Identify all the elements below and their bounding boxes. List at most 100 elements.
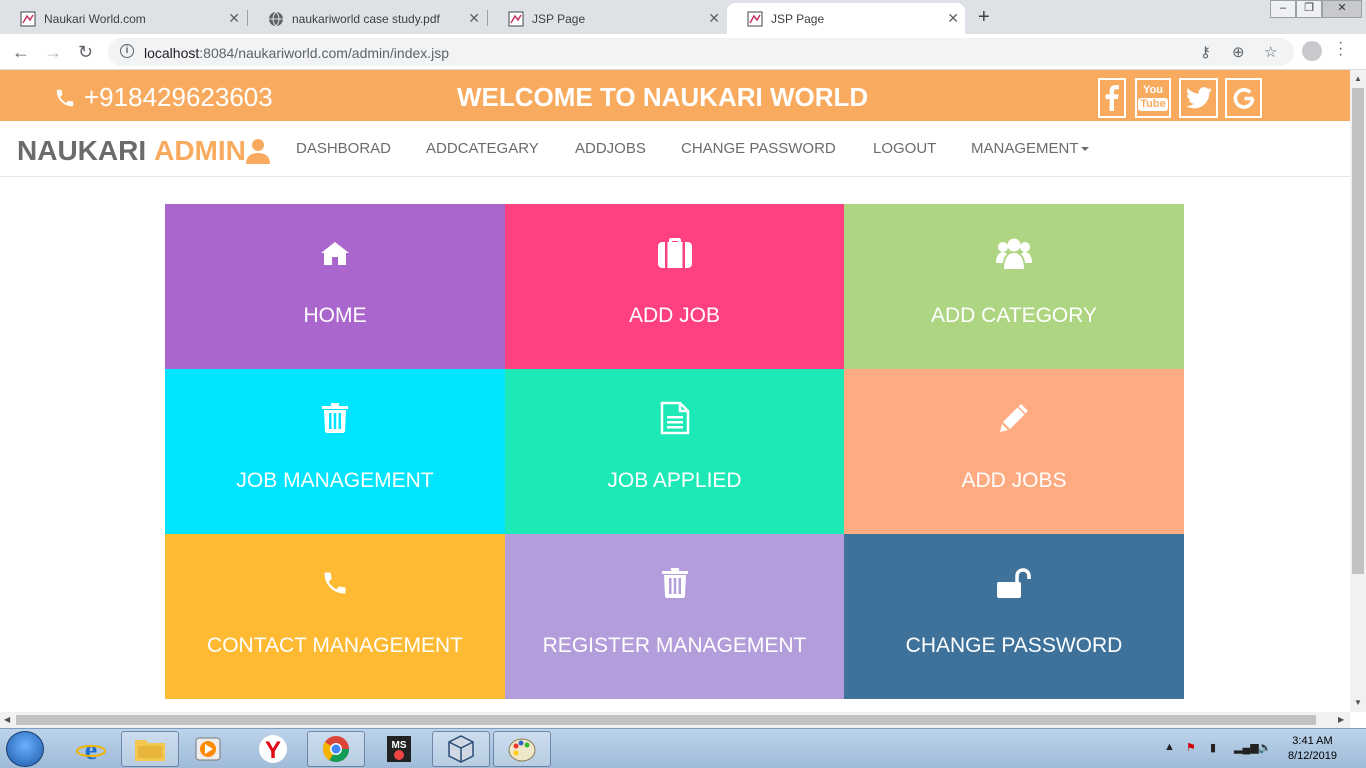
- horizontal-scrollbar[interactable]: ◀ ▶: [0, 712, 1350, 728]
- forward-arrow-icon[interactable]: →: [44, 42, 62, 63]
- zoom-icon[interactable]: ⊕: [1232, 43, 1245, 61]
- key-icon[interactable]: ⚷: [1200, 43, 1211, 61]
- caret-down-icon: [1080, 147, 1089, 152]
- browser-menu-icon[interactable]: · · ·: [1338, 35, 1343, 63]
- scroll-right-icon[interactable]: ▶: [1338, 715, 1344, 724]
- user-icon: [245, 139, 270, 164]
- page-favicon-icon: [508, 11, 524, 27]
- url-text[interactable]: localhost:8084/naukariworld.com/admin/in…: [144, 45, 449, 61]
- back-arrow-icon[interactable]: ←: [12, 42, 30, 63]
- tile-label: ADD JOB: [628, 304, 720, 327]
- page-viewport: +918429623603 WELCOME TO NAUKARI WORLD Y…: [0, 70, 1350, 712]
- brand-main-text: NAUKARI: [17, 135, 147, 166]
- minimize-button[interactable]: –: [1270, 0, 1296, 18]
- tab-title: JSP Page: [771, 11, 825, 26]
- scroll-up-icon[interactable]: ▲: [1354, 74, 1362, 83]
- tile-label: ADD CATEGORY: [930, 304, 1098, 327]
- tile-label: JOB MANAGEMENT: [236, 469, 434, 492]
- globe-icon: [268, 11, 284, 27]
- system-clock[interactable]: 3:41 AM 8/12/2019: [1288, 734, 1337, 764]
- tab-close-icon[interactable]: ✕: [468, 10, 480, 27]
- svg-text:Y: Y: [265, 737, 281, 764]
- battery-icon[interactable]: ▮: [1210, 741, 1216, 754]
- browser-toolbar: ← → ↻ i localhost:8084/naukariworld.com/…: [0, 34, 1366, 70]
- network-signal-icon[interactable]: ▂▄▆: [1234, 741, 1259, 754]
- page-favicon-icon: [747, 11, 763, 27]
- tile-change-password[interactable]: CHANGE PASSWORD: [844, 534, 1184, 699]
- tile-add-jobs[interactable]: ADD JOBS: [844, 369, 1184, 534]
- svg-text:e: e: [85, 735, 97, 764]
- bookmark-star-icon[interactable]: ☆: [1264, 43, 1277, 61]
- svg-text:MS: MS: [392, 740, 407, 751]
- tile-home[interactable]: HOME: [165, 204, 505, 369]
- tile-add-category[interactable]: ADD CATEGORY: [844, 204, 1184, 369]
- nav-logout[interactable]: LOGOUT: [873, 140, 936, 157]
- virtualbox-icon[interactable]: [432, 731, 490, 767]
- scroll-thumb[interactable]: [1352, 88, 1364, 574]
- facebook-icon[interactable]: [1098, 78, 1126, 118]
- ms-dos-tool-icon[interactable]: MS: [370, 731, 428, 767]
- unlock-icon: [844, 566, 1184, 600]
- browser-tab[interactable]: Naukari World.com ✕: [0, 3, 246, 34]
- start-button[interactable]: [6, 731, 44, 767]
- clock-date: 8/12/2019: [1288, 750, 1337, 762]
- internet-explorer-icon[interactable]: e: [62, 731, 120, 767]
- profile-avatar[interactable]: [1302, 41, 1322, 61]
- tab-title: JSP Page: [532, 11, 586, 26]
- paint-icon[interactable]: [493, 731, 551, 767]
- scroll-down-icon[interactable]: ▼: [1354, 698, 1362, 707]
- yandex-browser-icon[interactable]: Y: [244, 731, 302, 767]
- chrome-icon[interactable]: [307, 731, 365, 767]
- tile-job-management[interactable]: JOB MANAGEMENT: [165, 369, 505, 534]
- volume-icon[interactable]: 🔈: [1258, 741, 1272, 754]
- pencil-icon: [844, 401, 1184, 435]
- site-info-icon[interactable]: i: [120, 44, 134, 58]
- document-icon: [505, 401, 844, 435]
- browser-tab-strip: Naukari World.com ✕ naukariworld case st…: [0, 0, 1366, 34]
- browser-tab[interactable]: JSP Page ✕: [488, 3, 726, 34]
- brand-logo[interactable]: NAUKARI ADMIN: [17, 135, 270, 167]
- reload-icon[interactable]: ↻: [78, 42, 93, 63]
- file-explorer-icon[interactable]: [121, 731, 179, 767]
- nav-management-dropdown[interactable]: MANAGEMENT: [971, 140, 1089, 157]
- browser-tab-active[interactable]: JSP Page ✕: [727, 3, 965, 34]
- restore-button[interactable]: ❐: [1296, 0, 1322, 18]
- tile-label: CONTACT MANAGEMENT: [207, 634, 463, 657]
- show-hidden-icons[interactable]: ▲: [1164, 741, 1175, 753]
- welcome-banner: WELCOME TO NAUKARI WORLD: [457, 82, 869, 112]
- browser-tab[interactable]: naukariworld case study.pdf ✕: [248, 3, 486, 34]
- tile-add-job[interactable]: ADD JOB: [505, 204, 844, 369]
- tile-label: JOB APPLIED: [607, 469, 742, 492]
- tab-title: naukariworld case study.pdf: [292, 11, 440, 26]
- new-tab-button[interactable]: +: [978, 6, 990, 29]
- tab-close-icon[interactable]: ✕: [947, 10, 959, 27]
- page-favicon-icon: [20, 11, 36, 27]
- media-player-icon[interactable]: [180, 731, 238, 767]
- phone-contact: +918429623603: [54, 82, 273, 113]
- tile-contact-management[interactable]: CONTACT MANAGEMENT: [165, 534, 505, 699]
- close-window-button[interactable]: ✕: [1322, 0, 1362, 18]
- nav-dashboard[interactable]: DASHBORAD: [296, 140, 391, 157]
- nav-change-password[interactable]: CHANGE PASSWORD: [681, 140, 836, 157]
- vertical-scrollbar[interactable]: ▲ ▼: [1350, 70, 1366, 712]
- scroll-left-icon[interactable]: ◀: [4, 715, 10, 724]
- tile-register-management[interactable]: REGISTER MANAGEMENT: [505, 534, 844, 699]
- twitter-icon[interactable]: [1179, 78, 1218, 118]
- tab-close-icon[interactable]: ✕: [228, 10, 240, 27]
- users-icon: [844, 236, 1184, 270]
- scroll-thumb[interactable]: [16, 715, 1316, 725]
- action-center-flag-icon[interactable]: ⚑: [1186, 741, 1196, 754]
- address-bar[interactable]: i localhost:8084/naukariworld.com/admin/…: [108, 38, 1294, 66]
- nav-add-category[interactable]: ADDCATEGARY: [426, 140, 539, 157]
- google-icon[interactable]: [1225, 78, 1262, 118]
- nav-add-jobs[interactable]: ADDJOBS: [575, 140, 646, 157]
- dashboard-tile-grid: HOME ADD JOB ADD CATEGORY JOB MANAGEMENT…: [165, 204, 1184, 699]
- trash-icon: [505, 566, 844, 600]
- nav-management-label: MANAGEMENT: [971, 140, 1079, 157]
- tile-label: ADD JOBS: [961, 469, 1067, 492]
- tile-job-applied[interactable]: JOB APPLIED: [505, 369, 844, 534]
- youtube-icon[interactable]: You Tube: [1135, 78, 1171, 118]
- phone-icon: [56, 89, 74, 106]
- tile-label: HOME: [303, 304, 367, 327]
- tab-close-icon[interactable]: ✕: [708, 10, 720, 27]
